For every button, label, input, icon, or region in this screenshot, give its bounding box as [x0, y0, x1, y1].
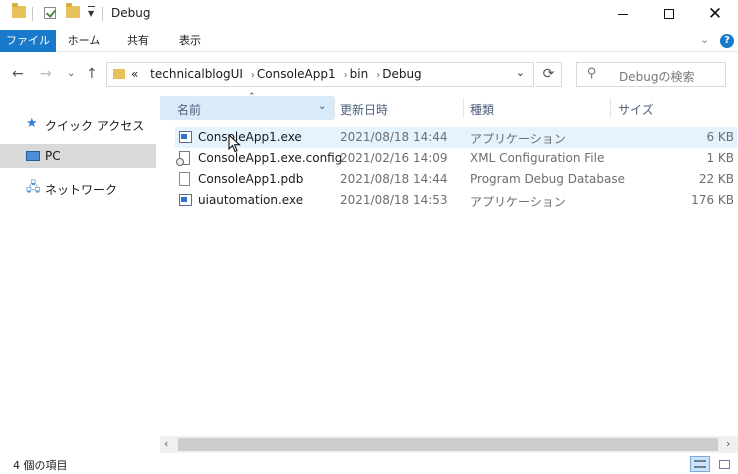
- chevron-right-icon[interactable]: ›: [376, 70, 380, 81]
- mouse-cursor-icon: [228, 134, 241, 153]
- column-label: 更新日時: [340, 103, 389, 117]
- exe-icon: [179, 194, 192, 206]
- sort-ascending-icon: ⌃: [248, 92, 256, 102]
- tab-share[interactable]: 共有: [116, 30, 160, 52]
- file-type: アプリケーション: [470, 195, 566, 209]
- details-view-button[interactable]: [690, 456, 710, 472]
- expand-ribbon-icon[interactable]: ⌄: [700, 33, 709, 46]
- file-name: ConsoleApp1.exe.config: [198, 151, 343, 165]
- minimize-button[interactable]: [600, 0, 646, 28]
- chevron-right-icon[interactable]: ›: [344, 70, 348, 81]
- up-button[interactable]: ↑: [86, 66, 98, 82]
- nav-item-quick-access[interactable]: ★ クイック アクセス: [0, 112, 156, 136]
- close-icon: ✕: [707, 3, 723, 24]
- file-type: Program Debug Database: [470, 172, 625, 186]
- computer-icon: [26, 151, 40, 161]
- file-row[interactable]: uiautomation.exe 2021/08/18 14:53 アプリケーシ…: [175, 190, 737, 211]
- maximize-button[interactable]: [646, 0, 692, 28]
- chevron-down-icon[interactable]: ⌄: [318, 101, 326, 112]
- star-icon: ★: [26, 116, 38, 131]
- tab-view[interactable]: 表示: [168, 30, 212, 52]
- close-button[interactable]: ✕: [692, 0, 738, 28]
- ribbon: ファイル ホーム 共有 表示 ⌄ ?: [0, 30, 738, 52]
- file-row[interactable]: ConsoleApp1.pdb 2021/08/18 14:44 Program…: [175, 169, 737, 190]
- properties-icon[interactable]: [44, 7, 56, 19]
- file-size: 22 KB: [698, 172, 734, 186]
- divider: [102, 7, 103, 21]
- exe-icon: [179, 131, 192, 143]
- back-button[interactable]: ←: [12, 66, 24, 82]
- search-input[interactable]: ⚲ Debugの検索: [576, 62, 726, 87]
- file-row[interactable]: ConsoleApp1.exe.config 2021/02/16 14:09 …: [175, 148, 737, 169]
- title-bar: ▼ Debug ✕: [0, 0, 738, 30]
- chevron-down-icon[interactable]: ⌄: [516, 66, 525, 79]
- refresh-button[interactable]: ⟳: [536, 62, 562, 87]
- file-date: 2021/02/16 14:09: [340, 151, 448, 165]
- minimize-icon: [618, 13, 628, 15]
- column-label: 名前: [177, 103, 202, 117]
- search-placeholder: Debugの検索: [619, 70, 695, 84]
- chevron-right-icon[interactable]: ›: [251, 70, 255, 81]
- nav-item-label: クイック アクセス: [45, 119, 145, 133]
- file-date: 2021/08/18 14:44: [340, 172, 448, 186]
- folder-icon: [12, 3, 26, 18]
- status-bar: 4 個の項目: [0, 454, 738, 474]
- nav-item-label: ネットワーク: [45, 183, 118, 197]
- horizontal-scrollbar[interactable]: ‹ ›: [160, 436, 738, 453]
- details-view-icon: [694, 460, 706, 468]
- item-count: 4 個の項目: [13, 459, 68, 472]
- recent-locations-icon[interactable]: ⌄: [67, 68, 75, 79]
- file-size: 6 KB: [706, 130, 734, 144]
- column-label: サイズ: [618, 103, 654, 117]
- scroll-right-icon[interactable]: ›: [726, 437, 730, 450]
- breadcrumb-item[interactable]: bin: [350, 67, 369, 81]
- file-size: 1 KB: [706, 151, 734, 165]
- window-title: Debug: [111, 6, 151, 20]
- file-type: XML Configuration File: [470, 151, 605, 165]
- file-name: uiautomation.exe: [198, 193, 304, 207]
- tab-file[interactable]: ファイル: [0, 30, 56, 52]
- large-icons-view-icon: [719, 460, 730, 469]
- column-label: 種類: [470, 103, 495, 117]
- forward-button[interactable]: →: [40, 66, 52, 82]
- nav-item-label: PC: [45, 149, 61, 163]
- tab-home[interactable]: ホーム: [62, 30, 106, 52]
- scrollbar-thumb[interactable]: [178, 438, 718, 451]
- address-bar[interactable]: « technicalblogUI › ConsoleApp1 › bin › Debug …: [106, 62, 534, 87]
- file-date: 2021/08/18 14:53: [340, 193, 448, 207]
- nav-item-network[interactable]: 🖧 ネットワーク: [0, 176, 156, 200]
- navigation-bar: ← → ⌄ ↑ « technicalblogUI › ConsoleApp1 › bi…: [0, 52, 738, 96]
- breadcrumb-overflow[interactable]: «: [131, 67, 138, 81]
- breadcrumb-item[interactable]: ConsoleApp1: [257, 67, 336, 81]
- file-row[interactable]: ConsoleApp1.exe 2021/08/18 14:44 アプリケーショ…: [175, 127, 737, 148]
- column-header-name[interactable]: ⌃ 名前 ⌄: [160, 92, 334, 120]
- search-icon: ⚲: [587, 66, 597, 81]
- config-file-icon: [176, 151, 190, 166]
- column-header-type[interactable]: 種類: [464, 96, 610, 120]
- column-header-date[interactable]: 更新日時: [335, 96, 463, 120]
- breadcrumb-item[interactable]: technicalblogUI: [150, 67, 243, 81]
- large-icons-view-button[interactable]: [714, 456, 734, 472]
- help-icon[interactable]: ?: [720, 34, 734, 48]
- file-size: 176 KB: [691, 193, 734, 207]
- file-list: ⌃ 名前 ⌄ 更新日時 種類 サイズ ConsoleApp1.exe 2021/…: [160, 92, 738, 436]
- file-name: ConsoleApp1.exe: [198, 130, 302, 144]
- file-name: ConsoleApp1.pdb: [198, 172, 304, 186]
- file-date: 2021/08/18 14:44: [340, 130, 448, 144]
- column-header-size[interactable]: サイズ: [611, 96, 731, 120]
- network-icon: 🖧: [26, 180, 41, 195]
- maximize-icon: [664, 9, 674, 19]
- navigation-pane: ★ クイック アクセス PC 🖧 ネットワーク: [0, 104, 160, 454]
- breadcrumb-item[interactable]: Debug: [382, 67, 421, 81]
- nav-item-pc[interactable]: PC: [0, 144, 156, 168]
- scroll-left-icon[interactable]: ‹: [164, 437, 168, 450]
- divider: [32, 7, 33, 21]
- file-type: アプリケーション: [470, 132, 566, 146]
- file-icon: [179, 172, 190, 186]
- quick-access-dropdown-icon[interactable]: ▼: [88, 6, 96, 18]
- folder-icon: [113, 69, 125, 79]
- new-folder-icon[interactable]: [66, 3, 80, 18]
- breadcrumb: « technicalblogUI › ConsoleApp1 › bin › Debug: [131, 67, 424, 81]
